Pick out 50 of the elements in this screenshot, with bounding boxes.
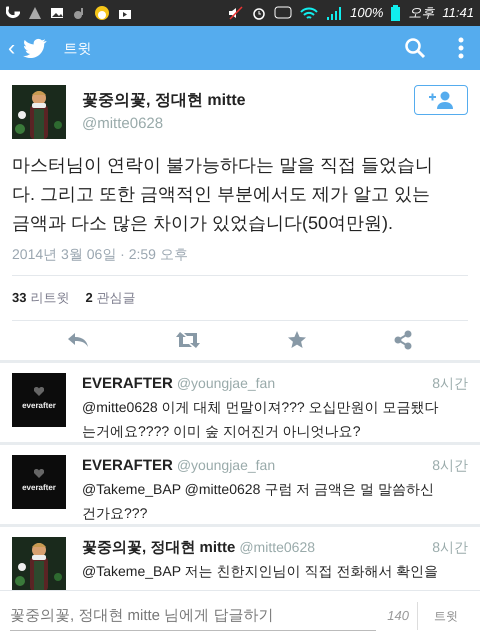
signal-app-icon: [6, 6, 20, 20]
heart-icon: [34, 469, 44, 478]
image-icon: [50, 6, 64, 20]
music-icon: [72, 6, 86, 20]
alarm-icon: [252, 6, 266, 20]
reply-icon[interactable]: [67, 332, 89, 348]
reply-text: @Takeme_BAP @mitte0628 구럼 저 금액은 멀 말씀하신건가요???: [82, 480, 435, 523]
reply-time: 8시간: [432, 374, 468, 392]
logo-text: everafter: [22, 400, 56, 412]
reply-handle: @mitte0628: [239, 538, 316, 556]
tweet-text: 마스터님이 연락이 불가능하다는 말을 직접 들었습니다. 그리고 또한 금액적인 부분에서도 제가 알고 있는 금액과 다소 많은 차이가 있었습니다(50여만원).: [12, 154, 434, 235]
heart-icon: [34, 387, 44, 396]
star-icon[interactable]: [287, 330, 307, 350]
stat-label: 관심글: [96, 289, 136, 307]
reply-time: 8시간: [432, 456, 468, 474]
character-counter: 140: [387, 606, 409, 625]
bird-icon: [23, 38, 48, 58]
clock-period: 오후: [408, 4, 434, 22]
follow-button[interactable]: [414, 85, 468, 115]
stat-count: 2: [85, 289, 93, 307]
battery-percent: 100%: [350, 4, 384, 22]
retweet-icon[interactable]: [175, 331, 201, 349]
cell-signal-icon: [326, 6, 342, 20]
clock-time: 11:41: [442, 4, 474, 22]
share-icon[interactable]: [393, 330, 413, 350]
reply-time: 8시간: [432, 538, 468, 556]
tweet-date: 2014년 3월 06일 · 2:59 오후: [12, 244, 468, 276]
stat-count: 33: [12, 289, 26, 307]
screen-title: 트윗: [63, 38, 92, 58]
reply-author: EVERAFTER: [82, 456, 173, 476]
battery-icon: [391, 5, 400, 21]
author-handle: @mitte0628: [82, 114, 164, 134]
search-icon[interactable]: [404, 37, 426, 59]
reply-handle: @youngjae_fan: [176, 374, 276, 393]
mute-icon: [228, 6, 244, 20]
reply-author: EVERAFTER: [82, 374, 173, 394]
warning-icon: [28, 6, 42, 20]
stat-label: 리트윗: [30, 289, 70, 307]
add-user-icon: [428, 91, 454, 109]
wifi-icon: [300, 6, 318, 20]
back-button[interactable]: ‹: [8, 37, 16, 59]
character-icon: [94, 5, 110, 21]
reply-text: @Takeme_BAP 저는 친한지인님이 직접 전화해서 확인을: [82, 562, 440, 581]
logo-text: everafter: [22, 482, 56, 494]
reply-text: @mitte0628 이게 대체 먼말이져??? 오십만원이 모금됐다는거에요???? 이미 숲 지어진거 아니엇나요?: [82, 398, 440, 441]
tweet-button[interactable]: 트윗: [417, 602, 470, 630]
author-name: 꽃중의꽃, 정대현 mitte: [82, 91, 247, 111]
reply-handle: @youngjae_fan: [176, 456, 276, 475]
menu-icon[interactable]: [458, 37, 464, 59]
reply-author: 꽃중의꽃, 정대현 mitte: [82, 538, 236, 558]
